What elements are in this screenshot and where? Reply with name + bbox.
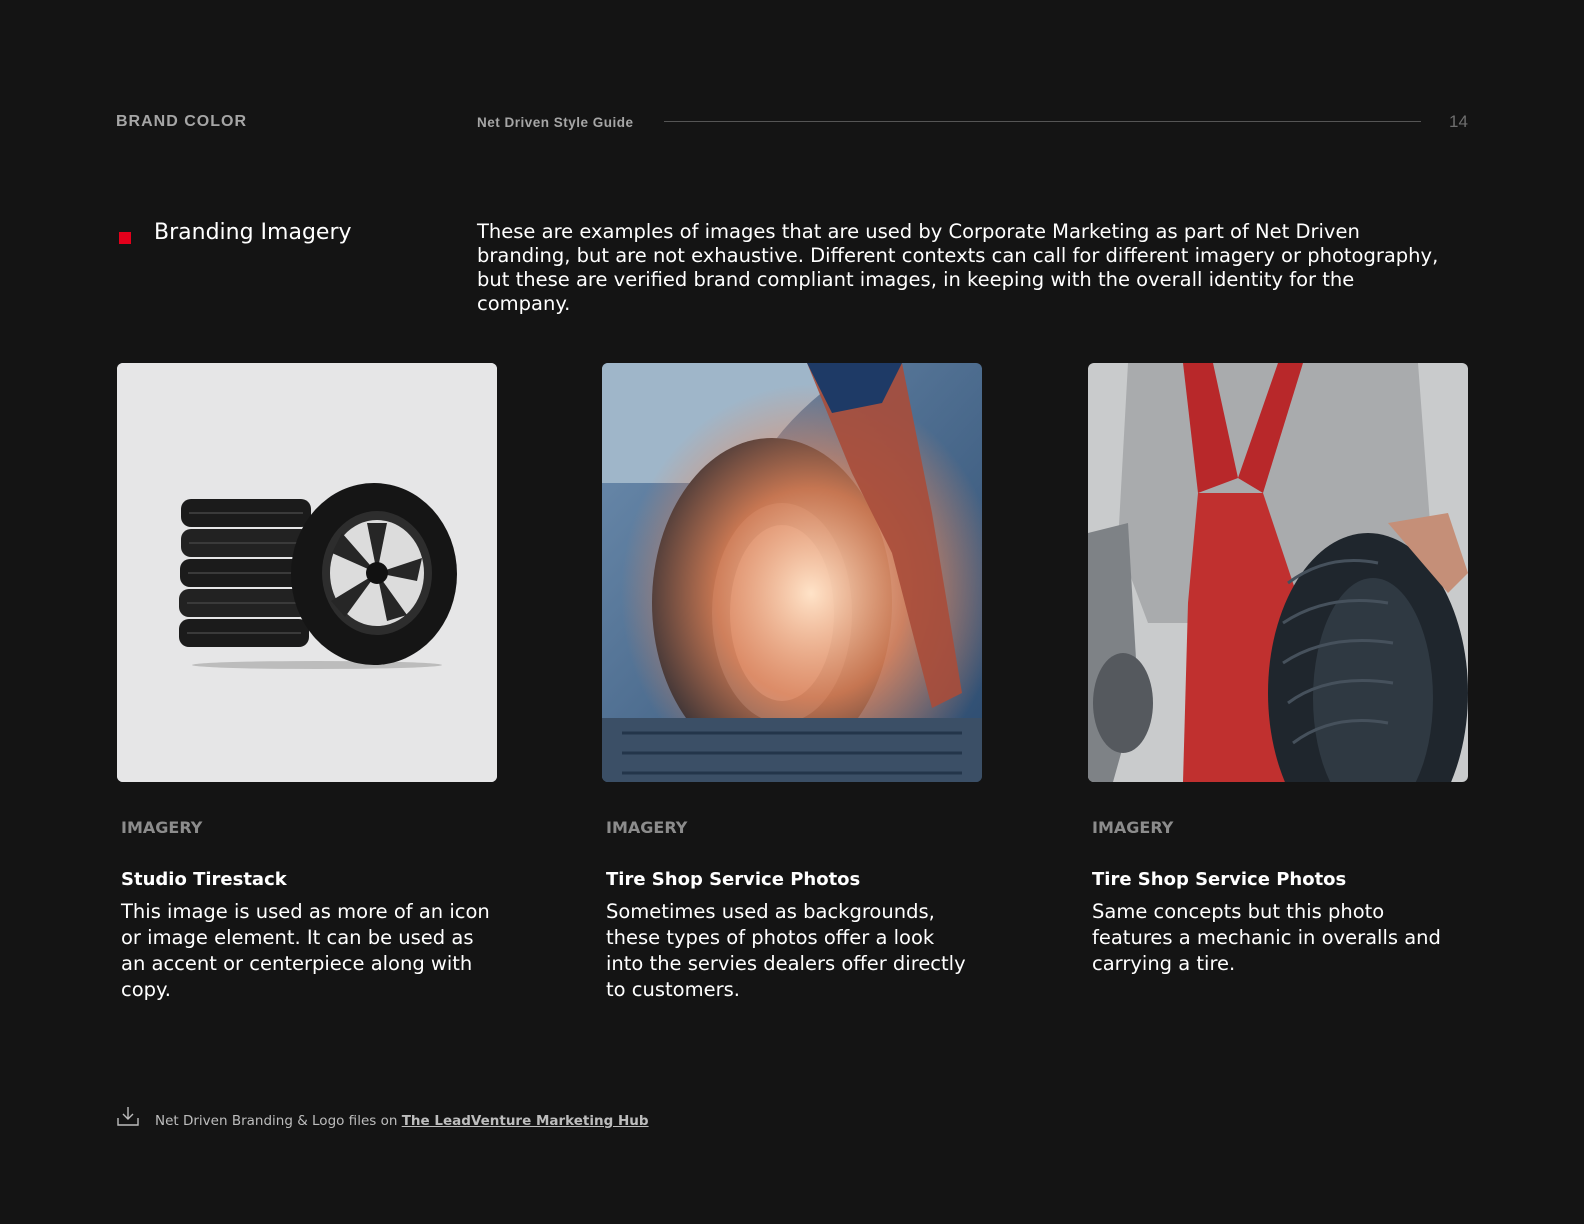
section-label: BRAND COLOR <box>116 113 247 130</box>
card-label: IMAGERY <box>1092 818 1174 837</box>
tire-stack-photo <box>117 363 497 782</box>
card-title: Studio Tirestack <box>121 869 287 890</box>
mechanic-overalls-carrying-tire-photo <box>1088 363 1468 782</box>
card-body: Sometimes used as backgrounds, these typ… <box>606 900 966 1001</box>
page-number: 14 <box>1449 112 1468 131</box>
header-divider <box>664 121 1421 122</box>
heading-bullet <box>119 232 131 244</box>
card-title: Tire Shop Service Photos <box>606 869 861 890</box>
card-body: Same concepts but this photo features a … <box>1092 900 1441 975</box>
card-label: IMAGERY <box>121 818 203 837</box>
footer-note: Net Driven Branding & Logo files on The … <box>155 1113 649 1129</box>
page-heading: Branding Imagery <box>154 220 352 245</box>
card-label: IMAGERY <box>606 818 688 837</box>
guide-title: Net Driven Style Guide <box>477 115 634 130</box>
mechanic-changing-tire-photo <box>602 363 982 782</box>
intro-description: These are examples of images that are us… <box>477 220 1439 315</box>
footer-text: Net Driven Branding & Logo files on <box>155 1113 402 1129</box>
marketing-hub-link[interactable]: The LeadVenture Marketing Hub <box>402 1113 649 1129</box>
card-body: This image is used as more of an icon or… <box>121 900 490 1001</box>
card-title: Tire Shop Service Photos <box>1092 869 1347 890</box>
download-icon[interactable] <box>116 1106 140 1132</box>
